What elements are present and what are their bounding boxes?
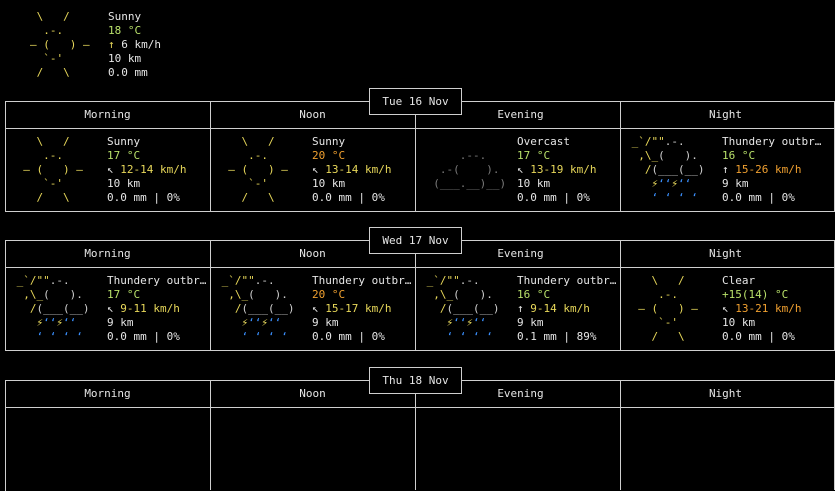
precip: 0.0 mm | 0% bbox=[517, 191, 590, 204]
thunder-icon: _`/"".-. ,\_( ). /(___(__) ⚡‘‘⚡‘‘ ‘ ‘ ‘ … bbox=[625, 135, 705, 204]
date-label: Wed 17 Nov bbox=[369, 227, 462, 254]
temp: 20 °C bbox=[312, 288, 346, 301]
visibility: 10 km bbox=[517, 177, 551, 190]
wind-arrow-icon: ↖ bbox=[312, 302, 319, 315]
current-wind: 6 km/h bbox=[121, 38, 161, 51]
clear-night-icon: \ / .-. ― ( ) ― `-' / \ bbox=[638, 274, 698, 343]
segment-night: Night bbox=[708, 108, 743, 121]
segment-morning: Morning bbox=[84, 108, 131, 121]
wind: 13-19 km/h bbox=[530, 163, 597, 176]
precip: 0.0 mm | 0% bbox=[312, 191, 385, 204]
condition: Overcast bbox=[517, 135, 570, 148]
current-temp: 18 °C bbox=[108, 24, 142, 37]
visibility: 10 km bbox=[312, 177, 346, 190]
precip: 0.1 mm | 89% bbox=[517, 330, 597, 343]
segment-morning: Morning bbox=[84, 387, 131, 400]
condition: Thundery outbr… bbox=[517, 274, 617, 287]
current-info: Sunny 18 °C ↑ 6 km/h 10 km 0.0 mm bbox=[108, 10, 161, 80]
cloud-icon: .--. .-( ). (___.__)__) bbox=[433, 149, 507, 190]
current-visibility: 10 km bbox=[108, 52, 142, 65]
wind: 15-17 km/h bbox=[325, 302, 392, 315]
temp: 17 °C bbox=[107, 149, 141, 162]
precip: 0.0 mm | 0% bbox=[722, 330, 795, 343]
wind-arrow-icon: ↖ bbox=[107, 302, 114, 315]
date-label: Thu 18 Nov bbox=[369, 367, 462, 394]
precip: 0.0 mm | 0% bbox=[312, 330, 385, 343]
date-label: Tue 16 Nov bbox=[369, 88, 462, 115]
condition: Sunny bbox=[107, 135, 141, 148]
segment-morning: Morning bbox=[84, 247, 131, 260]
thunder-icon: _`/"".-. ,\_( ). /(___(__) ⚡‘‘⚡‘‘ ‘ ‘ ‘ … bbox=[420, 274, 500, 343]
visibility: 10 km bbox=[722, 316, 756, 329]
condition: Sunny bbox=[312, 135, 346, 148]
wind: 12-14 km/h bbox=[120, 163, 187, 176]
wind-arrow-icon: ↖ bbox=[517, 163, 524, 176]
current-precip: 0.0 mm bbox=[108, 66, 148, 79]
temp: 16 °C bbox=[722, 149, 756, 162]
temp: +15(14) °C bbox=[722, 288, 789, 301]
wind-arrow-icon: ↖ bbox=[312, 163, 319, 176]
temp: 17 °C bbox=[517, 149, 551, 162]
segment-night: Night bbox=[708, 247, 743, 260]
thunder-icon: _`/"".-. ,\_( ). /(___(__) ⚡‘‘⚡‘‘ ‘ ‘ ‘ … bbox=[10, 274, 90, 343]
precip: 0.0 mm | 0% bbox=[107, 330, 180, 343]
wind-arrow-icon: ↑ bbox=[722, 163, 729, 176]
temp: 20 °C bbox=[312, 149, 346, 162]
segment-night: Night bbox=[708, 387, 743, 400]
current-condition: Sunny bbox=[108, 10, 142, 23]
visibility: 9 km bbox=[312, 316, 339, 329]
wind-arrow-icon: ↖ bbox=[107, 163, 114, 176]
wind: 13-14 km/h bbox=[325, 163, 392, 176]
thunder-icon: _`/"".-. ,\_( ). /(___(__) ⚡‘‘⚡‘‘ ‘ ‘ ‘ … bbox=[215, 274, 295, 343]
visibility: 9 km bbox=[517, 316, 544, 329]
temp: 17 °C bbox=[107, 288, 141, 301]
wind-arrow-icon: ↖ bbox=[722, 302, 729, 315]
condition: Thundery outbr… bbox=[312, 274, 412, 287]
condition: Clear bbox=[722, 274, 756, 287]
precip: 0.0 mm | 0% bbox=[722, 191, 795, 204]
sun-icon: \ / .-. ― ( ) ― `-' / \ bbox=[30, 10, 90, 79]
visibility: 9 km bbox=[107, 316, 134, 329]
condition: Thundery outbr… bbox=[107, 274, 207, 287]
wind: 15-26 km/h bbox=[735, 163, 802, 176]
wind-arrow-icon: ↑ bbox=[517, 302, 524, 315]
sun-icon: \ / .-. ― ( ) ― `-' / \ bbox=[228, 135, 288, 204]
visibility: 10 km bbox=[107, 177, 141, 190]
condition: Thundery outbr… bbox=[722, 135, 822, 148]
temp: 16 °C bbox=[517, 288, 551, 301]
visibility: 9 km bbox=[722, 177, 749, 190]
wind: 13-21 km/h bbox=[735, 302, 802, 315]
wind: 9-11 km/h bbox=[120, 302, 180, 315]
wind: 9-14 km/h bbox=[530, 302, 590, 315]
precip: 0.0 mm | 0% bbox=[107, 191, 180, 204]
wind-arrow-icon: ↑ bbox=[108, 38, 115, 51]
sun-icon: \ / .-. ― ( ) ― `-' / \ bbox=[23, 135, 83, 204]
